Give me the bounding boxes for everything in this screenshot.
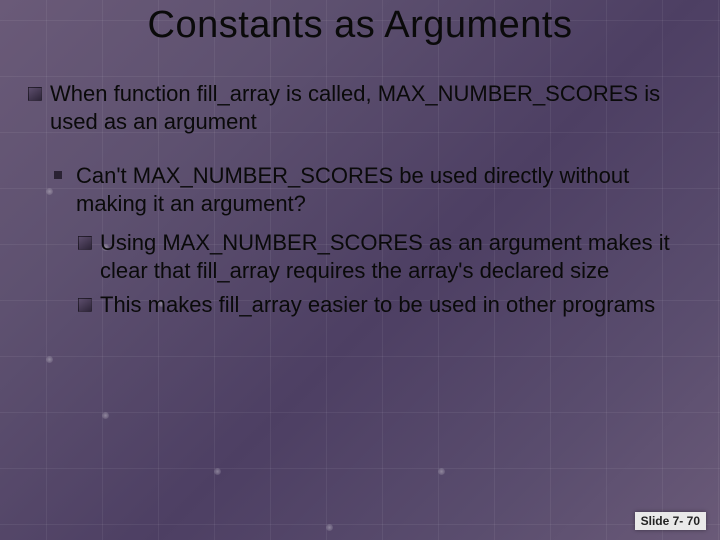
slide: Constants as Arguments When function fil…	[0, 0, 720, 540]
bullet-level-1: When function fill_array is called, MAX_…	[28, 80, 696, 136]
slide-body: When function fill_array is called, MAX_…	[28, 80, 696, 325]
bullet-level-3: Using MAX_NUMBER_SCORES as an argument m…	[78, 229, 696, 285]
bullet-text: Can't MAX_NUMBER_SCORES be used directly…	[76, 163, 629, 216]
bullet-text: This makes fill_array easier to be used …	[100, 292, 655, 317]
grid-node-icon	[438, 468, 445, 475]
grid-node-icon	[46, 356, 53, 363]
slide-number: Slide 7- 70	[635, 512, 706, 530]
grid-node-icon	[214, 468, 221, 475]
bullet-text: When function fill_array is called, MAX_…	[50, 81, 660, 134]
bullet-text: Using MAX_NUMBER_SCORES as an argument m…	[100, 230, 670, 283]
grid-node-icon	[102, 412, 109, 419]
slide-title: Constants as Arguments	[0, 4, 720, 47]
bullet-level-2: Can't MAX_NUMBER_SCORES be used directly…	[54, 162, 696, 218]
grid-node-icon	[326, 524, 333, 531]
bullet-level-3: This makes fill_array easier to be used …	[78, 291, 696, 319]
